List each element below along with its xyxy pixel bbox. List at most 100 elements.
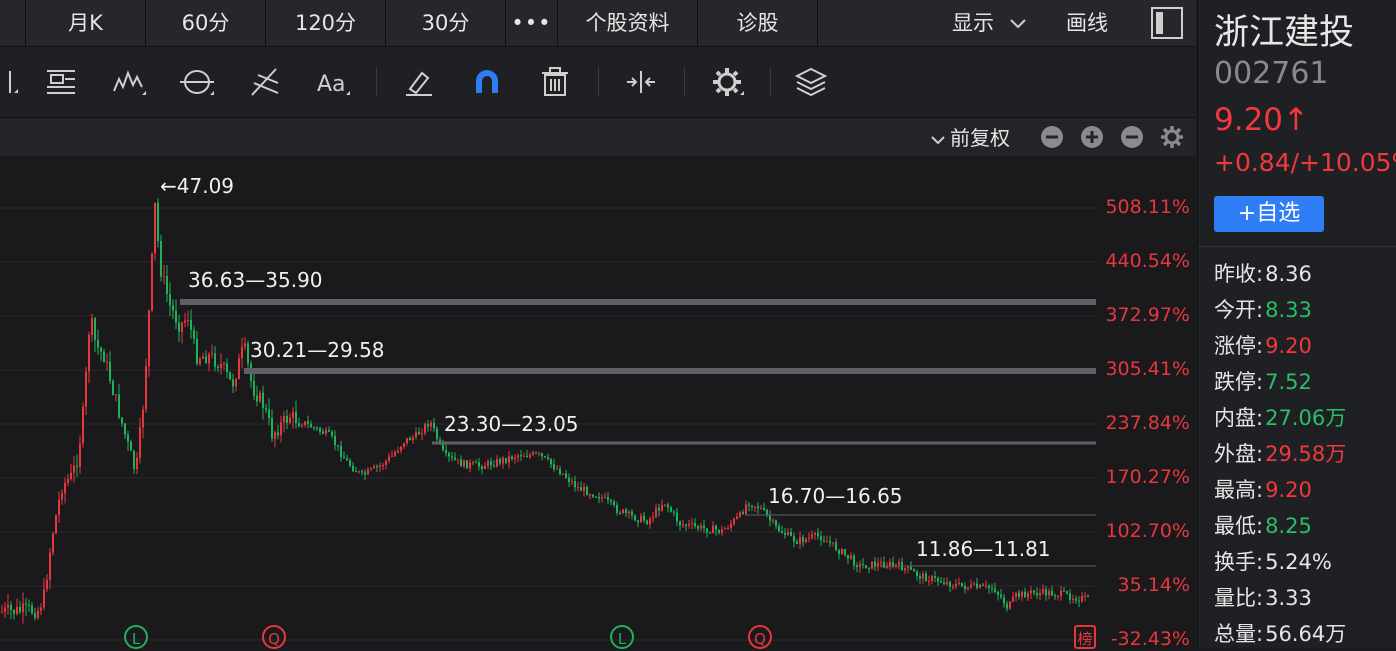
candle-body [109,361,111,382]
candle-body [805,538,807,543]
display-dropdown[interactable]: 显示 [952,0,1027,46]
chevron-down-icon [1009,0,1027,46]
candle-body [991,588,993,590]
candle-body [523,455,525,457]
candle-body [976,583,978,588]
candle-body [472,462,474,464]
quote-stat-row: 换手:5.24% [1214,546,1332,576]
trash-icon[interactable] [538,65,572,99]
candle-body [751,505,753,507]
candle-body [625,509,627,514]
candle-body [283,415,285,423]
candle-body [301,425,303,427]
candle-body [853,555,855,566]
candle-body [520,455,522,457]
cycle-tool-icon[interactable] [180,65,214,99]
candle-body [1066,591,1068,594]
layers-icon[interactable] [794,65,828,99]
kline-chart[interactable]: 508.11% 440.54% 372.97% 305.41% 237.84% 170.2… [0,156,1196,650]
candle-body [391,455,393,457]
candle-body [268,409,270,419]
event-marker-ranking[interactable]: 榜 [1074,625,1096,649]
candle-body [325,430,327,434]
candle-body [871,561,873,569]
candle-body [907,566,909,569]
candle-body [298,423,300,427]
candle-body [865,565,867,569]
candle-body [679,521,681,526]
candle-body [175,310,177,323]
candle-body [295,411,297,424]
candle-body [541,453,543,457]
candle-body [763,508,765,510]
candle-body [658,507,660,511]
fibonacci-tool-icon[interactable] [248,65,282,99]
candle-body [211,353,213,355]
kline-chart-canvas[interactable] [0,156,1196,648]
tab-60min[interactable]: 60分 [146,0,266,46]
event-marker-q[interactable]: Q [262,625,286,649]
tab-stock-diagnosis[interactable]: 诊股 [698,0,818,46]
candle-body [85,371,87,407]
candle-body [985,585,987,587]
text-lines-icon[interactable] [44,65,78,99]
event-marker-q[interactable]: Q [748,625,772,649]
candle-body [370,468,372,470]
magnet-icon[interactable] [470,65,504,99]
chevron-down-icon [930,126,946,150]
collapse-icon[interactable] [1120,125,1144,153]
zoom-out-icon[interactable] [1040,125,1064,153]
candle-body [154,202,156,254]
candle-body [484,466,486,470]
panel-toggle-icon[interactable] [1150,6,1184,44]
candle-body [643,515,645,521]
toolbar-divider [770,67,771,97]
gear-icon[interactable] [710,65,744,99]
candle-body [313,427,315,429]
more-tabs-button[interactable]: ••• [506,0,558,46]
zoom-in-icon[interactable] [1080,125,1104,153]
candle-body [115,394,117,396]
candle-body [262,392,264,408]
y-axis-tick-label: -32.43% [1110,628,1190,650]
resistance-zone-bar [180,299,1096,305]
event-marker-l[interactable]: L [124,625,148,649]
candle-body [331,431,333,436]
tab-120min[interactable]: 120分 [266,0,386,46]
candle-body [649,518,651,525]
candle-body [925,573,927,582]
event-marker-l[interactable]: L [610,625,634,649]
text-tool-icon[interactable]: Aa [316,65,350,99]
candle-body [367,469,369,475]
candle-body [4,607,6,612]
compress-horizontal-icon[interactable] [624,65,658,99]
candle-body [877,563,879,567]
tab-30min[interactable]: 30分 [386,0,506,46]
candle-body [607,497,609,500]
candle-body [388,456,390,461]
line-tool-icon[interactable] [0,65,20,99]
candle-body [595,496,597,498]
eraser-icon[interactable] [402,65,436,99]
candle-body [778,525,780,532]
tab-stock-profile[interactable]: 个股资料 [558,0,698,46]
stat-value: 9.20 [1265,334,1312,358]
adjust-mode-dropdown[interactable]: 前复权 [930,122,1010,151]
candle-body [943,582,945,585]
draw-line-button[interactable]: 画线 [1066,0,1108,46]
candle-body [34,613,36,618]
candle-body [706,528,708,533]
add-to-watchlist-button[interactable]: +自选 [1214,196,1324,232]
candle-body [946,581,948,585]
candle-body [418,432,420,435]
candle-body [127,434,129,442]
candle-body [139,427,141,458]
candle-body [628,511,630,514]
chart-settings-gear-icon[interactable] [1160,125,1184,153]
candle-body [505,457,507,463]
wave-pattern-icon[interactable] [112,65,146,99]
candle-body [862,564,864,566]
tab-monthly-k[interactable]: 月K [26,0,146,46]
candle-body [46,579,48,590]
candle-body [958,582,960,584]
